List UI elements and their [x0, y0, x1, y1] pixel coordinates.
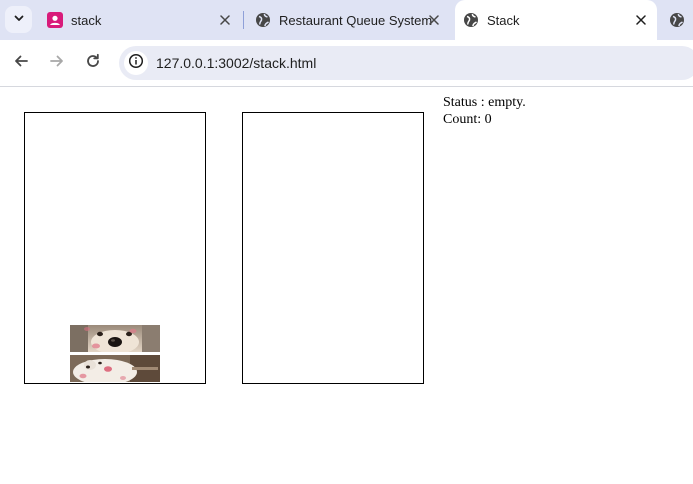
- arrow-right-icon: [49, 53, 65, 74]
- page-content: Status : empty. Count: 0: [0, 87, 693, 484]
- tab-search-button[interactable]: [5, 6, 32, 33]
- site-info-button[interactable]: [124, 51, 148, 75]
- forward-button[interactable]: [45, 51, 69, 75]
- tab-stack-active[interactable]: Stack: [455, 0, 657, 40]
- tab-title: Restaurant Queue System: [279, 13, 433, 28]
- status-text: Status : empty.: [443, 95, 526, 110]
- globe-icon: [463, 12, 479, 31]
- chevron-down-icon: [13, 11, 25, 29]
- reload-icon: [85, 53, 101, 74]
- tab-title: stack: [71, 13, 102, 28]
- puppy-face-image: [70, 325, 160, 352]
- back-button[interactable]: [9, 51, 33, 75]
- close-icon[interactable]: [218, 13, 232, 27]
- address-bar[interactable]: 127.0.0.1:3002/stack.html: [119, 46, 693, 80]
- close-icon[interactable]: [427, 13, 441, 27]
- url-text: 127.0.0.1:3002/stack.html: [156, 55, 317, 71]
- tab-overflow[interactable]: [660, 0, 693, 40]
- globe-icon: [669, 12, 685, 31]
- tab-title: Stack: [487, 13, 520, 28]
- count-text: Count: 0: [443, 112, 492, 127]
- tab-stack[interactable]: stack: [38, 0, 242, 40]
- puppy-lying-image: [70, 355, 160, 382]
- status-panel: Status : empty. Count: 0: [443, 94, 526, 128]
- reload-button[interactable]: [81, 51, 105, 75]
- info-icon: [128, 53, 144, 74]
- tab-separator: [243, 11, 244, 29]
- left-stack-container: [24, 112, 206, 384]
- arrow-left-icon: [13, 53, 29, 74]
- profile-app-icon: [47, 12, 63, 31]
- globe-icon: [255, 12, 271, 31]
- browser-toolbar: 127.0.0.1:3002/stack.html: [0, 40, 693, 87]
- tab-restaurant-queue-system[interactable]: Restaurant Queue System: [246, 0, 452, 40]
- stack-items: [25, 325, 205, 382]
- tab-strip: stack Restaurant Queue System Stack: [0, 0, 693, 40]
- right-stack-container: [242, 112, 424, 384]
- close-icon[interactable]: [634, 13, 648, 27]
